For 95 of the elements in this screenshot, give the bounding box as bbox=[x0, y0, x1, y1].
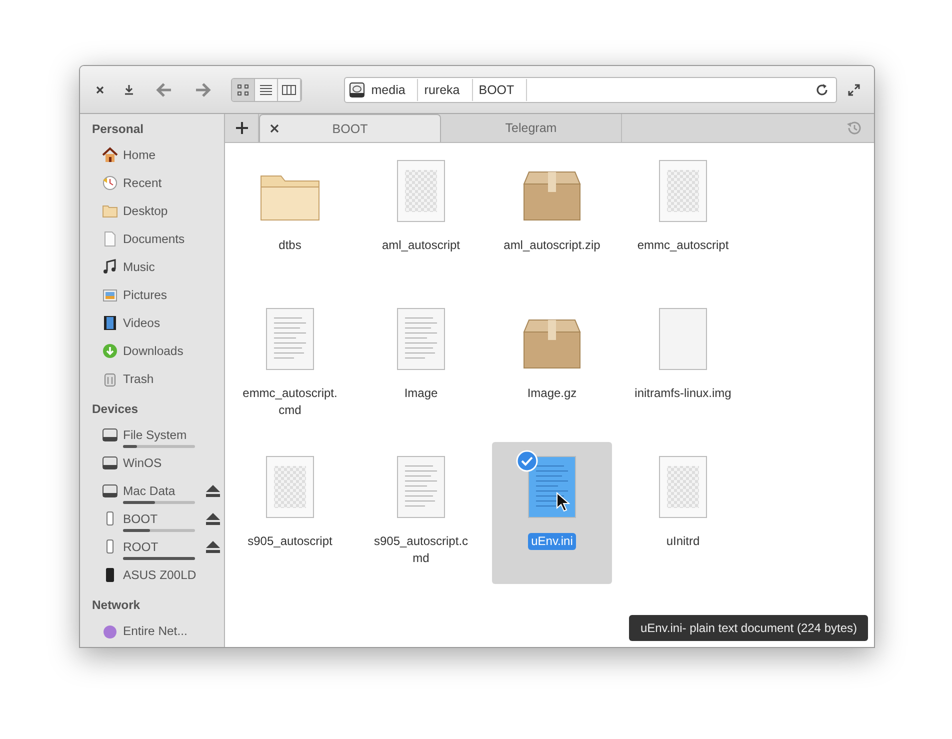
reload-icon[interactable] bbox=[815, 82, 830, 96]
sidebar-heading: Devices bbox=[92, 401, 140, 418]
sidebar-item[interactable]: Downloads bbox=[123, 342, 184, 360]
doc-icon bbox=[102, 231, 118, 247]
file-item[interactable]: dtbs bbox=[230, 146, 350, 288]
back-arrow-icon bbox=[156, 82, 172, 96]
mouse-cursor-icon bbox=[556, 492, 570, 512]
file-item[interactable]: uEnv.ini bbox=[492, 442, 612, 584]
sidebar-item[interactable]: Desktop bbox=[123, 202, 168, 220]
plus-icon bbox=[236, 122, 248, 134]
file-item[interactable]: s905_autoscript.cmd bbox=[361, 442, 481, 584]
file-name: uEnv.ini bbox=[528, 533, 576, 550]
view-mode-button[interactable] bbox=[278, 78, 302, 100]
eject-icon[interactable] bbox=[206, 513, 220, 525]
sidebar-item[interactable]: File System bbox=[123, 426, 187, 444]
box-icon bbox=[523, 170, 581, 222]
pictures-icon bbox=[102, 287, 118, 303]
file-item[interactable]: aml_autoscript bbox=[361, 146, 481, 288]
sidebar-item[interactable]: Documents bbox=[123, 230, 185, 248]
file-item[interactable]: Image.gz bbox=[492, 294, 612, 436]
sidebar-item[interactable]: WinOS bbox=[123, 454, 162, 472]
usage-bar bbox=[123, 529, 195, 532]
folder-icon bbox=[102, 203, 118, 219]
eject-icon[interactable] bbox=[206, 485, 220, 497]
file-name: Image.gz bbox=[526, 385, 578, 402]
sidebar-heading: Network bbox=[92, 597, 142, 614]
file-item[interactable]: emmc_autoscript.cmd bbox=[230, 294, 350, 436]
binary-file-icon bbox=[659, 160, 707, 222]
recent-icon bbox=[102, 175, 118, 191]
file-name: Image bbox=[403, 385, 439, 402]
box-icon bbox=[523, 318, 581, 370]
sidebar-item[interactable]: Trash bbox=[123, 370, 154, 388]
downloads-icon bbox=[102, 343, 118, 359]
file-name: s905_autoscript.cmd bbox=[372, 533, 470, 567]
network-icon bbox=[102, 623, 118, 639]
text-file-icon bbox=[266, 308, 314, 370]
close-icon bbox=[95, 84, 106, 94]
checkmark-icon[interactable] bbox=[516, 450, 538, 472]
usage-bar bbox=[123, 557, 195, 560]
file-name: emmc_autoscript.cmd bbox=[242, 385, 338, 419]
sidebar-item[interactable]: Home bbox=[123, 146, 156, 164]
file-item[interactable]: s905_autoscript bbox=[230, 442, 350, 584]
tooltip: uEnv.ini- plain text document (224 bytes) bbox=[629, 615, 868, 641]
binary-file-icon bbox=[266, 456, 314, 518]
breadcrumb[interactable]: BOOT bbox=[476, 78, 528, 100]
text-file-icon bbox=[397, 308, 445, 370]
column-view-icon bbox=[282, 84, 296, 96]
breadcrumb[interactable]: media bbox=[369, 78, 418, 100]
drive-icon bbox=[349, 82, 366, 98]
sidebar-item[interactable]: Recent bbox=[123, 174, 162, 192]
tab[interactable]: BOOT bbox=[259, 114, 441, 142]
sidebar-item[interactable]: Videos bbox=[123, 314, 160, 332]
close-icon[interactable] bbox=[270, 124, 279, 133]
binary-file-icon bbox=[397, 160, 445, 222]
file-item[interactable]: emmc_autoscript bbox=[623, 146, 743, 288]
home-icon bbox=[102, 147, 118, 163]
sidebar-item[interactable]: Music bbox=[123, 258, 155, 276]
trash-icon bbox=[102, 371, 118, 387]
file-item[interactable]: uInitrd bbox=[623, 442, 743, 584]
file-item[interactable]: Image bbox=[361, 294, 481, 436]
view-mode-button[interactable] bbox=[255, 78, 278, 100]
forward-arrow-icon bbox=[194, 82, 211, 96]
file-name: uInitrd bbox=[665, 533, 701, 550]
videos-icon bbox=[102, 315, 118, 331]
file-item[interactable]: aml_autoscript.zip bbox=[492, 146, 612, 288]
breadcrumb[interactable]: rureka bbox=[422, 78, 473, 100]
file-item[interactable]: initramfs-linux.img bbox=[623, 294, 743, 436]
list-view-icon bbox=[260, 84, 272, 96]
usage-bar bbox=[123, 445, 195, 448]
text-file-icon bbox=[397, 456, 445, 518]
music-icon bbox=[102, 259, 118, 275]
tab[interactable]: Telegram bbox=[441, 114, 622, 142]
sidebar-item[interactable]: ROOT bbox=[123, 538, 158, 556]
file-name: s905_autoscript bbox=[246, 533, 334, 550]
expand-icon bbox=[848, 84, 860, 96]
eject-icon[interactable] bbox=[206, 541, 220, 553]
usage-bar bbox=[123, 501, 195, 504]
file-name: initramfs-linux.img bbox=[634, 385, 732, 402]
download-icon bbox=[124, 84, 134, 95]
file-name: aml_autoscript.zip bbox=[502, 237, 602, 254]
sidebar-item[interactable]: Pictures bbox=[123, 286, 168, 304]
view-mode-button[interactable] bbox=[232, 78, 256, 100]
sidebar-item[interactable]: BOOT bbox=[123, 510, 158, 528]
grid-view-icon bbox=[237, 84, 250, 96]
selected-text-file-icon bbox=[528, 456, 576, 518]
binary-file-icon bbox=[659, 456, 707, 518]
sidebar-heading: Personal bbox=[92, 121, 144, 138]
file-name: dtbs bbox=[278, 237, 302, 254]
sidebar-item[interactable]: Entire Net... bbox=[123, 622, 188, 640]
file-name: emmc_autoscript bbox=[636, 237, 730, 254]
sidebar-item[interactable]: Mac Data bbox=[123, 482, 176, 500]
blank-file-icon bbox=[659, 308, 707, 370]
file-name: aml_autoscript bbox=[380, 237, 462, 254]
sidebar-item[interactable]: ASUS Z00LD bbox=[123, 566, 196, 584]
location-bar[interactable]: media rureka BOOT bbox=[344, 76, 838, 102]
